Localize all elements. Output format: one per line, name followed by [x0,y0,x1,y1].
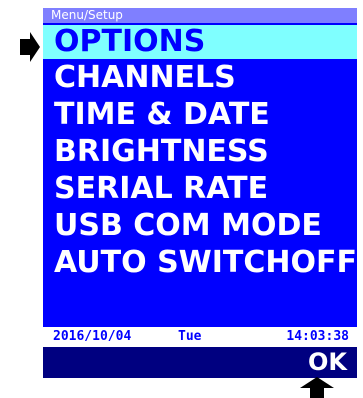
ok-softkey-label[interactable]: OK [308,347,347,378]
status-day: Tue [178,329,202,344]
arrow-right-icon [20,32,40,62]
arrow-up-icon [300,377,334,398]
menu-item-channels[interactable]: CHANNELS [43,59,357,96]
softkey-bar: OK [43,347,357,378]
menu-item-usb-com-mode[interactable]: USB COM MODE [43,207,357,244]
menu-list: OPTIONS CHANNELS TIME & DATE BRIGHTNESS … [43,25,357,281]
menu-item-auto-switchoff[interactable]: AUTO SWITCHOFF [43,244,357,281]
menu-item-serial-rate[interactable]: SERIAL RATE [43,170,357,207]
menu-item-options[interactable]: OPTIONS [43,25,357,59]
device-screen: Menu/Setup OPTIONS CHANNELS TIME & DATE … [43,8,357,378]
status-bar: 2016/10/04 Tue 14:03:38 [43,327,357,347]
status-time: 14:03:38 [286,329,349,344]
header-bar: Menu/Setup [43,8,357,23]
status-date: 2016/10/04 [53,329,132,344]
header-title: Menu/Setup [51,8,123,22]
menu-item-brightness[interactable]: BRIGHTNESS [43,133,357,170]
menu-item-time-date[interactable]: TIME & DATE [43,96,357,133]
